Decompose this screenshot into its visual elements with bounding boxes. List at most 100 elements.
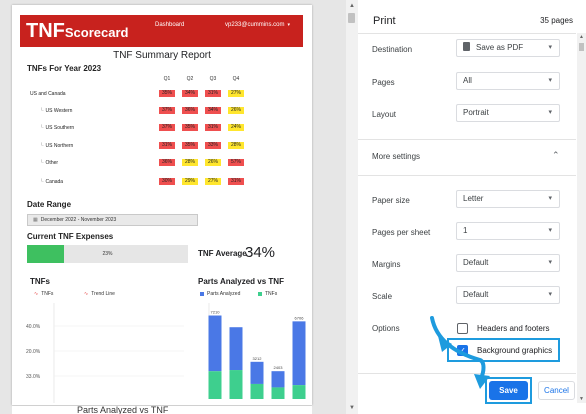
parts-chart-title: Parts Analyzed vs TNF <box>198 277 284 286</box>
pdf-file-icon <box>463 42 470 51</box>
parts-swatch-icon <box>200 291 204 296</box>
pages-per-sheet-value: 1 <box>463 226 468 235</box>
paper-size-label: Paper size <box>372 196 410 205</box>
settings-scrollbar[interactable]: ▲ ▼ <box>577 33 586 403</box>
bar-value-label: 7210 <box>211 310 221 315</box>
legend-tnfs: ∿ TNFs <box>34 291 54 297</box>
quarter-value-cell: 57% <box>228 159 244 166</box>
next-page-preview: Parts Analyzed vs TNF <box>12 406 312 414</box>
tree-branch-icon: └ <box>40 179 44 185</box>
layout-select[interactable]: Portrait ▾ <box>456 104 560 122</box>
scale-value: Default <box>463 290 489 299</box>
quarter-value-cell: 33% <box>205 142 221 149</box>
parts-bar <box>229 327 243 371</box>
parts-chart: 7210 3212 2403 6706 <box>208 303 306 399</box>
more-settings-toggle[interactable]: More settings ⌃ <box>358 140 576 175</box>
user-menu[interactable]: vp233@cummins.com ▾ <box>225 22 290 28</box>
quarter-value-cell: 26% <box>205 159 221 166</box>
quarter-value-cell: 26% <box>228 107 244 114</box>
destination-label: Destination <box>372 45 413 54</box>
chevron-down-icon: ▾ <box>548 291 552 298</box>
destination-select[interactable]: Save as PDF ▾ <box>456 39 560 57</box>
tnfs-bar <box>250 383 264 399</box>
paper-size-value: Letter <box>463 194 484 203</box>
quarter-value-cell: 36% <box>182 107 198 114</box>
header-divider <box>358 33 576 34</box>
parts-bar <box>271 371 285 388</box>
headers-footers-label[interactable]: Headers and footers <box>477 324 550 333</box>
scroll-up-icon[interactable]: ▲ <box>346 3 358 9</box>
region-name: └ US Southern <box>40 125 75 131</box>
pages-per-sheet-label: Pages per sheet <box>372 228 431 237</box>
quarter-value-cell: 31% <box>228 178 244 185</box>
layout-value: Portrait <box>463 108 489 117</box>
pages-label: Pages <box>372 78 395 87</box>
scroll-down-icon[interactable]: ▼ <box>346 405 358 411</box>
scroll-thumb[interactable] <box>579 43 584 51</box>
chevron-up-icon: ⌃ <box>552 150 560 160</box>
chevron-down-icon: ▾ <box>548 259 552 266</box>
save-button[interactable]: Save <box>489 381 528 400</box>
date-range-field[interactable]: ▦ December 2022 - November 2023 <box>27 214 198 226</box>
scroll-thumb[interactable] <box>348 13 355 23</box>
pages-value: All <box>463 76 472 85</box>
print-settings-panel: Print 35 pages ▲ ▼ Destination Save as P… <box>358 0 586 414</box>
quarter-value-cell: 27% <box>228 90 244 97</box>
app-logo-main: TNF <box>26 20 65 42</box>
pages-per-sheet-select[interactable]: 1 ▾ <box>456 222 560 240</box>
nav-dashboard-link[interactable]: Dashboard <box>155 22 184 28</box>
tnf-average-value: 34% <box>245 244 276 261</box>
y-tick-label: 40.0% <box>26 324 41 330</box>
margins-value: Default <box>463 258 489 267</box>
bar-value-label: 6706 <box>295 315 305 320</box>
expenses-progress-bar: 23% <box>27 245 188 263</box>
section-divider <box>358 175 576 176</box>
next-page-title: Parts Analyzed vs TNF <box>77 406 169 414</box>
scroll-up-icon[interactable]: ▲ <box>577 34 586 40</box>
quarter-value-cell: 31% <box>205 124 221 131</box>
cancel-button[interactable]: Cancel <box>538 381 575 400</box>
tnf-average-label: TNF Average <box>198 249 247 258</box>
margins-select[interactable]: Default ▾ <box>456 254 560 272</box>
margins-label: Margins <box>372 260 401 269</box>
scale-select[interactable]: Default ▾ <box>456 286 560 304</box>
page-count: 35 pages <box>540 16 573 25</box>
tree-branch-icon: └ <box>40 125 44 131</box>
date-range-heading: Date Range <box>27 200 72 209</box>
pages-select[interactable]: All ▾ <box>456 72 560 90</box>
date-range-value: December 2022 - November 2023 <box>40 217 117 223</box>
bar-value-label: 2403 <box>274 365 284 370</box>
background-graphics-label[interactable]: Background graphics <box>477 346 552 355</box>
quarter-value-cell: 30% <box>159 178 175 185</box>
quarter-value-cell: 27% <box>205 178 221 185</box>
background-graphics-checkbox[interactable]: ✓ <box>457 345 468 356</box>
chevron-down-icon: ▾ <box>548 195 552 202</box>
scroll-down-icon[interactable]: ▼ <box>577 396 586 402</box>
paper-size-select[interactable]: Letter ▾ <box>456 190 560 208</box>
tnfs-year-heading: TNFs For Year 2023 <box>27 64 102 73</box>
quarter-value-cell: 31% <box>205 90 221 97</box>
quarter-value-cell: 37% <box>159 124 175 131</box>
chevron-down-icon: ▾ <box>548 77 552 84</box>
print-title: Print <box>373 15 396 27</box>
quarter-value-cell: 35% <box>182 142 198 149</box>
bar-value-label: 3212 <box>253 356 263 361</box>
quarter-header: Q2 <box>186 76 194 82</box>
headers-footers-checkbox[interactable] <box>457 323 468 334</box>
quarter-value-cell: 37% <box>159 107 175 114</box>
options-label: Options <box>372 324 400 333</box>
tree-branch-icon: └ <box>40 160 44 166</box>
region-name: US and Canada <box>30 91 66 97</box>
parts-bar <box>292 321 306 386</box>
preview-scrollbar[interactable]: ▲ ▼ <box>346 0 358 414</box>
tnfs-bar <box>271 387 285 399</box>
wave-line-icon: ∿ <box>34 291 39 297</box>
quarter-header: Q1 <box>163 76 171 82</box>
tnfs-bar <box>229 370 243 399</box>
chevron-down-icon: ▾ <box>548 227 552 234</box>
more-settings-label: More settings <box>372 152 421 161</box>
tnfs-bar <box>292 385 306 399</box>
y-tick-label: 33.0% <box>26 374 41 380</box>
tree-branch-icon: └ <box>40 108 44 114</box>
quarter-value-cell: 29% <box>182 178 198 185</box>
